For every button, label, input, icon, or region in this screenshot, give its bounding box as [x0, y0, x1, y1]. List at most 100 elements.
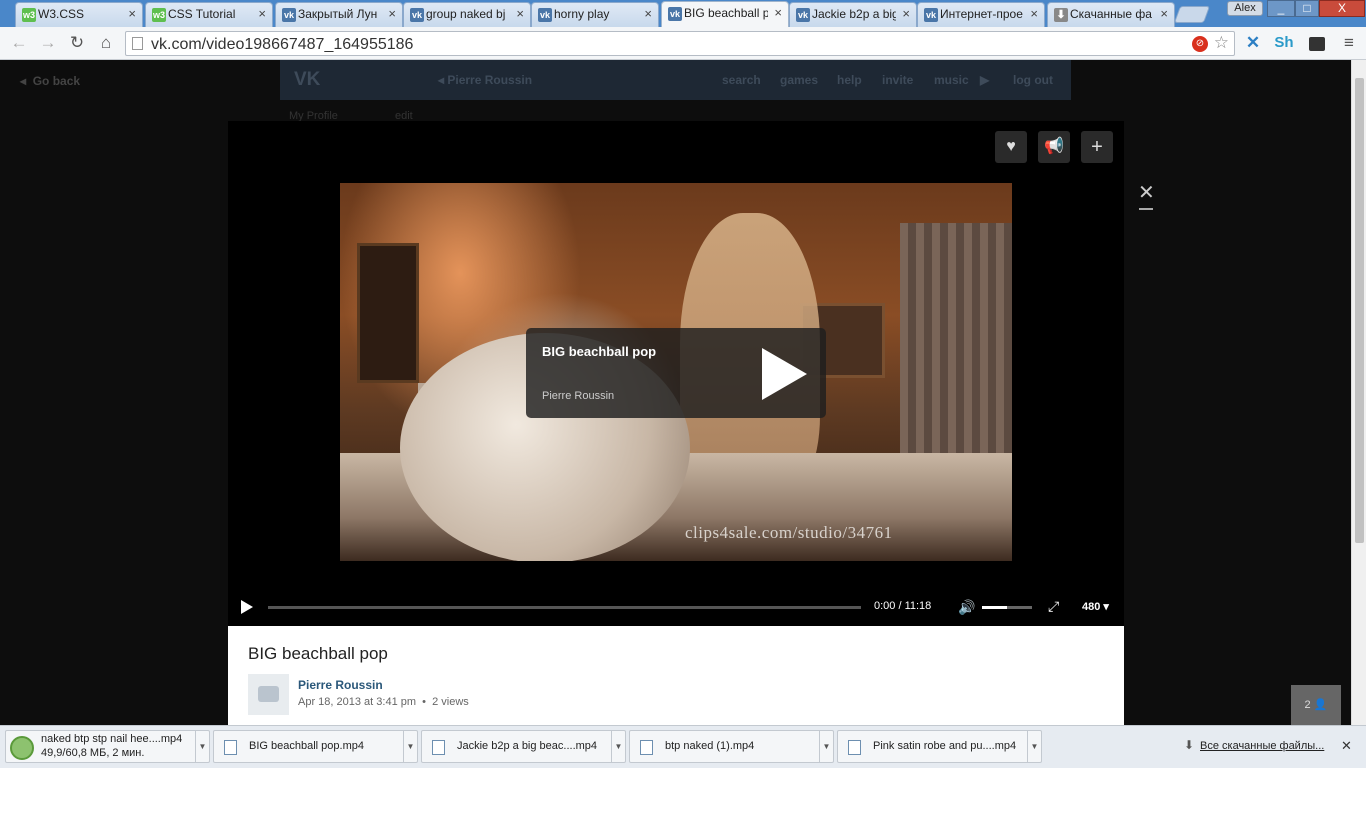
tab-group-naked-bj[interactable]: vk group naked bj × [403, 2, 531, 27]
close-tab-icon[interactable]: × [388, 6, 396, 21]
tab-label: horny play [554, 7, 610, 21]
play-button[interactable] [241, 600, 253, 614]
player-controls: 0:00 / 11:18 🔊 ⤢ 480 ▾ [228, 588, 1124, 626]
close-tab-icon[interactable]: × [516, 6, 524, 21]
video-watermark: clips4sale.com/studio/34761 [685, 523, 893, 542]
download-name: btp naked (1).mp4 [665, 740, 755, 752]
new-tab-button[interactable] [1173, 6, 1211, 23]
browser-toolbar: ← → ↻ ⌂ vk.com/video198667487_164955186 … [0, 27, 1366, 60]
nav-games[interactable]: games [780, 73, 818, 87]
nav-search[interactable]: search [722, 73, 761, 87]
star-icon[interactable]: ☆ [1214, 33, 1229, 53]
close-tab-icon[interactable]: × [644, 6, 652, 21]
extension-icon[interactable]: ✕ [1242, 32, 1264, 54]
tab-css-tutorial[interactable]: w3 CSS Tutorial × [145, 2, 273, 27]
play-music-icon[interactable]: ▶ [980, 73, 989, 87]
chevron-down-icon[interactable]: ▼ [819, 731, 833, 762]
scrollbar[interactable] [1351, 60, 1366, 725]
tab-label: Скачанные фа [1070, 7, 1152, 21]
page-icon [132, 37, 143, 50]
close-tab-icon[interactable]: × [774, 5, 782, 20]
reload-icon[interactable]: ↻ [66, 32, 88, 54]
video-overlay[interactable]: BIG beachball pop Pierre Roussin [526, 328, 826, 418]
file-icon [224, 740, 237, 755]
tab-label: Закрытый Лун [298, 7, 378, 21]
address-bar[interactable]: vk.com/video198667487_164955186 ⊘ ☆ [125, 31, 1235, 56]
download-item[interactable]: btp naked (1).mp4 ▼ [629, 730, 834, 763]
home-icon[interactable]: ⌂ [95, 32, 117, 54]
back-icon[interactable]: ← [8, 32, 30, 54]
nav-log-out[interactable]: log out [1013, 73, 1053, 87]
progress-bar[interactable] [268, 606, 861, 609]
all-downloads-link[interactable]: Все скачанные файлы... [1200, 740, 1324, 752]
close-icon[interactable]: ✕ [1138, 180, 1155, 205]
viewer-count[interactable]: 2 👤 [1291, 685, 1341, 725]
go-back-link[interactable]: ◂ Go back [20, 74, 80, 88]
volume-icon[interactable]: 🔊 [958, 599, 975, 616]
notification-icon[interactable] [1306, 32, 1328, 54]
chevron-down-icon[interactable]: ▼ [611, 731, 625, 762]
like-icon[interactable]: ♥ [995, 131, 1027, 163]
tab-big-beachball[interactable]: vk BIG beachball p × [661, 1, 789, 28]
minimize-button[interactable]: _ [1267, 0, 1295, 17]
scrollbar-thumb[interactable] [1355, 78, 1364, 543]
timecode: 0:00 / 11:18 [874, 600, 932, 612]
share-icon[interactable]: 📢 [1038, 131, 1070, 163]
quality-selector[interactable]: 480 ▾ [1082, 600, 1109, 613]
nav-help[interactable]: help [837, 73, 862, 87]
vk-logo-icon[interactable]: VK [294, 69, 320, 91]
video-player[interactable]: clips4sale.com/studio/34761 ♥ 📢 + BIG be… [228, 121, 1124, 626]
chevron-down-icon[interactable]: ▼ [403, 731, 417, 762]
download-icon: ⬇ [1184, 738, 1195, 752]
video-date: Apr 18, 2013 at 3:41 pm [298, 696, 417, 708]
video-title: BIG beachball pop [248, 644, 388, 663]
close-tab-icon[interactable]: × [1030, 6, 1038, 21]
vk-icon: vk [538, 8, 552, 22]
sh-extension-icon[interactable]: Sh [1273, 32, 1295, 54]
download-progress-icon [10, 736, 34, 760]
maximize-button[interactable]: □ [1295, 0, 1319, 17]
minimize-video-icon[interactable] [1139, 208, 1153, 210]
download-item[interactable]: BIG beachball pop.mp4 ▼ [213, 730, 418, 763]
tab-jackie[interactable]: vk Jackie b2p a big × [789, 2, 917, 27]
big-play-icon[interactable] [762, 348, 807, 400]
close-tab-icon[interactable]: × [128, 6, 136, 21]
author-link[interactable]: Pierre Roussin [298, 678, 383, 692]
download-item[interactable]: Jackie b2p a big beac....mp4 ▼ [421, 730, 626, 763]
add-icon[interactable]: + [1081, 131, 1113, 163]
tab-downloads[interactable]: ⬇ Скачанные фа × [1047, 2, 1175, 27]
overlay-author[interactable]: Pierre Roussin [542, 390, 614, 402]
vk-icon: vk [796, 8, 810, 22]
profile-badge[interactable]: Alex [1227, 1, 1263, 16]
header-profile-link[interactable]: ◂ Pierre Roussin [438, 73, 532, 87]
forward-icon[interactable]: → [37, 32, 59, 54]
menu-icon[interactable]: ≡ [1338, 32, 1360, 54]
w3-icon: w3 [22, 8, 36, 22]
close-tab-icon[interactable]: × [1160, 6, 1168, 21]
chevron-down-icon[interactable]: ▼ [195, 731, 209, 762]
url-text[interactable]: vk.com/video198667487_164955186 [151, 36, 413, 54]
tab-horny-play[interactable]: vk horny play × [531, 2, 659, 27]
download-name: Pink satin robe and pu....mp4 [873, 740, 1017, 752]
tab-strip: w3 W3.CSS × w3 CSS Tutorial × vk Закрыты… [0, 0, 1366, 28]
vk-header: VK ◂ Pierre Roussin search games help in… [280, 60, 1071, 100]
tab-closed-group[interactable]: vk Закрытый Лун × [275, 2, 403, 27]
close-tab-icon[interactable]: × [902, 6, 910, 21]
close-tab-icon[interactable]: × [258, 6, 266, 21]
download-item[interactable]: Pink satin robe and pu....mp4 ▼ [837, 730, 1042, 763]
nav-music[interactable]: music [934, 73, 969, 87]
chevron-down-icon[interactable]: ▼ [1027, 731, 1041, 762]
close-icon[interactable]: ✕ [1341, 738, 1352, 754]
fullscreen-icon[interactable]: ⤢ [1048, 598, 1059, 615]
avatar[interactable] [248, 674, 289, 715]
adblock-icon[interactable]: ⊘ [1192, 36, 1208, 52]
tab-label: W3.CSS [38, 7, 85, 21]
nav-invite[interactable]: invite [882, 73, 913, 87]
download-item[interactable]: naked btp stp nail hee....mp4 49,9/60,8 … [5, 730, 210, 763]
tab-w3css[interactable]: w3 W3.CSS × [15, 2, 143, 27]
wall-picture [357, 243, 419, 383]
volume-slider[interactable] [982, 606, 1032, 609]
download-name: BIG beachball pop.mp4 [249, 740, 364, 752]
tab-internet-project[interactable]: vk Интернет-прое × [917, 2, 1045, 27]
close-window-button[interactable]: X [1319, 0, 1365, 17]
